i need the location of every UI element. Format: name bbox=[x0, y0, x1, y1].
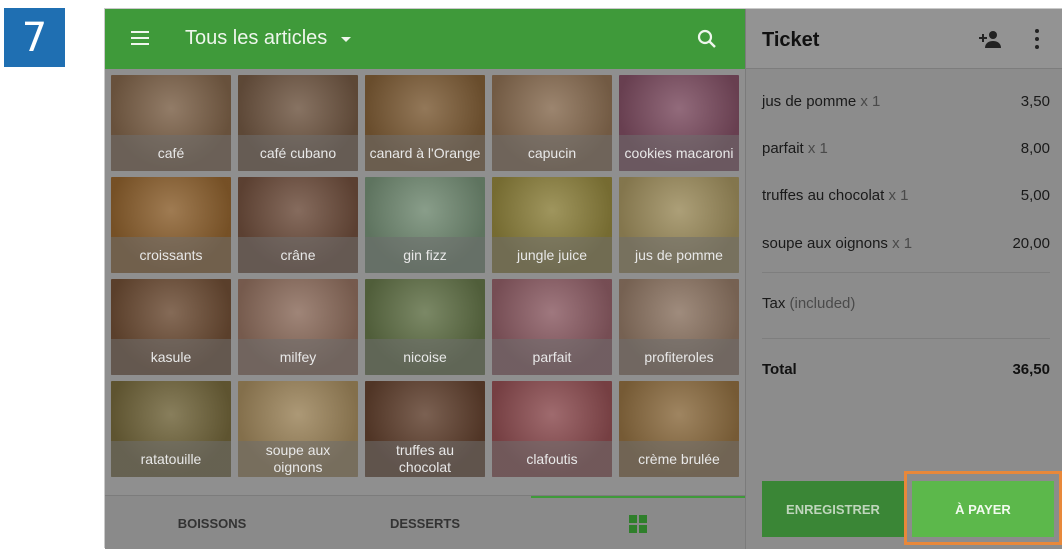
divider bbox=[762, 338, 1050, 339]
line-item-qty: x 1 bbox=[892, 235, 913, 252]
item-tile[interactable]: café cubano bbox=[238, 75, 358, 171]
item-label: café bbox=[111, 135, 231, 171]
item-tile[interactable]: parfait bbox=[492, 279, 612, 375]
item-label: truffes au chocolat bbox=[365, 441, 485, 477]
category-dropdown[interactable]: Tous les articles bbox=[185, 27, 352, 50]
item-tile[interactable]: truffes au chocolat bbox=[365, 381, 485, 477]
menu-icon[interactable] bbox=[131, 31, 149, 45]
ticket-line[interactable]: parfait x 1 8,00 bbox=[762, 140, 1050, 157]
tax-note: (included) bbox=[789, 295, 856, 312]
item-label: croissants bbox=[111, 237, 231, 273]
item-label: jungle juice bbox=[492, 237, 612, 273]
item-label: crâne bbox=[238, 237, 358, 273]
ticket-line[interactable]: jus de pomme x 1 3,50 bbox=[762, 93, 1050, 110]
item-label: profiteroles bbox=[619, 339, 739, 375]
line-item-name: parfait bbox=[762, 140, 804, 157]
item-tile[interactable]: ratatouille bbox=[111, 381, 231, 477]
pay-button[interactable]: À PAYER bbox=[912, 481, 1054, 537]
item-label: café cubano bbox=[238, 135, 358, 171]
item-label: crème brulée bbox=[619, 441, 739, 477]
ticket-line[interactable]: truffes au chocolat x 1 5,00 bbox=[762, 187, 1050, 204]
tax-label: Tax bbox=[762, 295, 786, 312]
item-label: parfait bbox=[492, 339, 612, 375]
tab-all-items[interactable] bbox=[531, 496, 745, 550]
item-label: ratatouille bbox=[111, 441, 231, 477]
line-item-qty: x 1 bbox=[807, 140, 828, 157]
divider bbox=[762, 272, 1050, 273]
item-tile[interactable]: crâne bbox=[238, 177, 358, 273]
ticket-header: Ticket bbox=[746, 9, 1062, 69]
item-tile[interactable]: kasule bbox=[111, 279, 231, 375]
tab-boissons[interactable]: BOISSONS bbox=[105, 496, 319, 550]
ticket-panel: Ticket jus de pomme x 1 3,50 parfait x 1… bbox=[745, 9, 1062, 549]
item-tile[interactable]: crème brulée bbox=[619, 381, 739, 477]
item-label: capucin bbox=[492, 135, 612, 171]
item-tile[interactable]: café bbox=[111, 75, 231, 171]
category-title: Tous les articles bbox=[185, 27, 328, 49]
line-item-price: 3,50 bbox=[1020, 93, 1050, 110]
line-item-price: 8,00 bbox=[1020, 140, 1050, 157]
item-tile[interactable]: milfey bbox=[238, 279, 358, 375]
line-item-qty: x 1 bbox=[860, 93, 881, 110]
line-item-price: 20,00 bbox=[1012, 235, 1050, 252]
ticket-line[interactable]: soupe aux oignons x 1 20,00 bbox=[762, 235, 1050, 252]
pay-highlight: À PAYER bbox=[904, 471, 1062, 545]
line-item-name: jus de pomme bbox=[762, 93, 857, 110]
total-label: Total bbox=[762, 361, 797, 378]
item-label: gin fizz bbox=[365, 237, 485, 273]
item-tile[interactable]: jus de pomme bbox=[619, 177, 739, 273]
item-tile[interactable]: capucin bbox=[492, 75, 612, 171]
item-tile[interactable]: canard à l'Orange bbox=[365, 75, 485, 171]
item-tile[interactable]: gin fizz bbox=[365, 177, 485, 273]
item-tile[interactable]: croissants bbox=[111, 177, 231, 273]
item-tile[interactable]: cookies macaroni bbox=[619, 75, 739, 171]
category-tabs: BOISSONS DESSERTS bbox=[105, 495, 745, 549]
save-button[interactable]: ENREGISTRER bbox=[762, 481, 904, 537]
chevron-down-icon bbox=[341, 37, 352, 42]
search-icon[interactable] bbox=[697, 29, 717, 49]
ticket-title: Ticket bbox=[762, 29, 820, 51]
item-label: canard à l'Orange bbox=[365, 135, 485, 171]
item-tile[interactable]: jungle juice bbox=[492, 177, 612, 273]
item-label: milfey bbox=[238, 339, 358, 375]
grid-icon bbox=[629, 515, 647, 533]
item-grid: café café cubano canard à l'Orange capucin c… bbox=[111, 75, 741, 479]
step-number-badge: 7 bbox=[4, 8, 65, 67]
item-label: soupe aux oignons bbox=[238, 441, 358, 477]
line-item-qty: x 1 bbox=[888, 187, 909, 204]
line-item-name: truffes au chocolat bbox=[762, 187, 885, 204]
app-bar: Tous les articles bbox=[105, 9, 745, 69]
more-options-icon[interactable] bbox=[1034, 29, 1040, 49]
item-tile[interactable]: clafoutis bbox=[492, 381, 612, 477]
item-label: cookies macaroni bbox=[619, 135, 739, 171]
line-item-price: 5,00 bbox=[1020, 187, 1050, 204]
item-label: clafoutis bbox=[492, 441, 612, 477]
item-label: kasule bbox=[111, 339, 231, 375]
item-tile[interactable]: nicoise bbox=[365, 279, 485, 375]
total-value: 36,50 bbox=[1012, 361, 1050, 378]
total-row: Total 36,50 bbox=[762, 361, 1050, 378]
item-label: jus de pomme bbox=[619, 237, 739, 273]
item-tile[interactable]: soupe aux oignons bbox=[238, 381, 358, 477]
line-item-name: soupe aux oignons bbox=[762, 235, 888, 252]
items-panel: Tous les articles café café cubano canard … bbox=[105, 9, 745, 549]
pos-app: Tous les articles café café cubano canard … bbox=[104, 8, 1062, 549]
tab-desserts[interactable]: DESSERTS bbox=[319, 496, 531, 550]
item-label: nicoise bbox=[365, 339, 485, 375]
add-customer-icon[interactable] bbox=[978, 29, 1002, 49]
tax-row: Tax (included) bbox=[762, 295, 855, 312]
item-tile[interactable]: profiteroles bbox=[619, 279, 739, 375]
